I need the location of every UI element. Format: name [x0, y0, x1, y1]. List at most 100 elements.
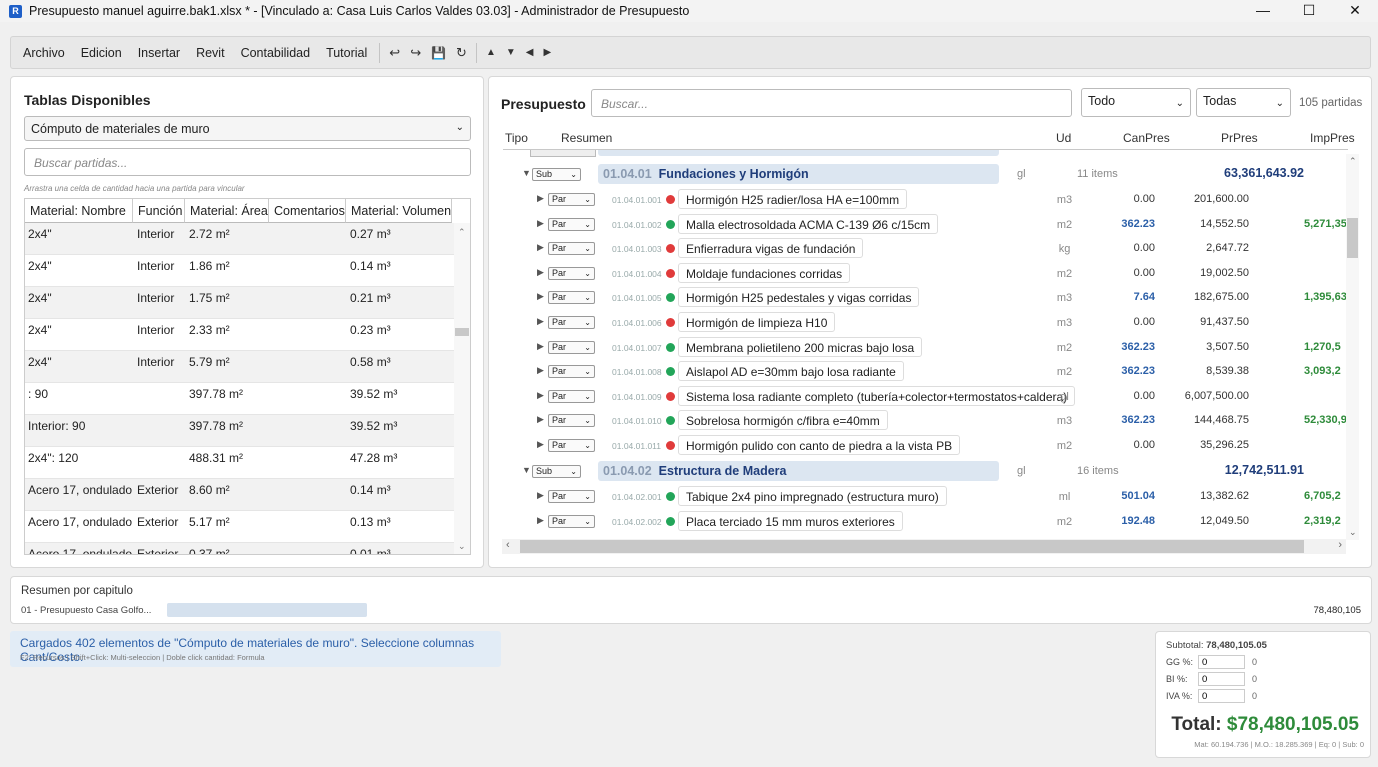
expand-right-icon[interactable]: ▶	[537, 267, 544, 278]
table-cell[interactable]: : 90	[28, 387, 48, 401]
expand-down-icon[interactable]: ▼	[522, 465, 531, 475]
type-combo[interactable]: Sub ⌄	[532, 464, 581, 478]
table-cell[interactable]: Interior	[137, 227, 174, 241]
menu-insertar[interactable]: Insertar	[130, 46, 188, 60]
partida-description[interactable]: Hormigón de limpieza H10	[678, 311, 836, 332]
maximize-button[interactable]: ☐	[1286, 0, 1332, 22]
scroll-up-icon[interactable]: ⌃	[458, 227, 466, 238]
table-row[interactable]: 2x4" Interior 1.75 m² 0.21 m³	[25, 287, 455, 319]
redo-icon[interactable]: ↪	[405, 45, 426, 61]
partida-row[interactable]: ▶ Par ⌄ 01.04.01.004 Moldaje fundaciones cor…	[502, 261, 1346, 286]
partida-description[interactable]: Membrana polietileno 200 micras bajo los…	[678, 336, 923, 357]
partida-description[interactable]: Hormigón H25 radier/losa HA e=100mm	[678, 188, 908, 209]
partida-description[interactable]: Moldaje fundaciones corridas	[678, 262, 851, 283]
partida-row[interactable]: ▶ Par ⌄ 01.04.01.007 Membrana polietileno 20…	[502, 335, 1346, 360]
prpres-cell[interactable]: 182,675.00	[1162, 291, 1249, 303]
subcapitulo-label[interactable]: 01.04.02 Estructura de Madera	[598, 460, 999, 481]
scroll-thumb[interactable]	[520, 540, 1304, 553]
move-right-icon[interactable]: ▶	[538, 47, 556, 58]
table-cell[interactable]: 2.33 m²	[189, 323, 230, 337]
canpres-cell[interactable]: 362.23	[1092, 341, 1155, 353]
partida-row[interactable]: ▶ Par ⌄ 01.04.01.005 Hormigón H25 pedestales…	[502, 285, 1346, 310]
partida-description[interactable]: Aislapol AD e=30mm bajo losa radiante	[678, 361, 904, 382]
canpres-cell[interactable]: 362.23	[1092, 365, 1155, 377]
prpres-cell[interactable]: 201,600.00	[1162, 193, 1249, 205]
expand-right-icon[interactable]: ▶	[537, 515, 544, 526]
prpres-cell[interactable]: 91,437.50	[1162, 316, 1249, 328]
bi-percent-input[interactable]	[1198, 672, 1245, 686]
refresh-icon[interactable]: ↻	[451, 45, 472, 61]
column-header[interactable]: Material: Volumen	[346, 199, 452, 223]
menu-tutorial[interactable]: Tutorial	[318, 46, 375, 60]
expand-right-icon[interactable]: ▶	[537, 490, 544, 501]
canpres-cell[interactable]: 362.23	[1092, 414, 1155, 426]
table-cell[interactable]: Exterior	[137, 515, 178, 529]
table-cell[interactable]: Interior	[137, 323, 174, 337]
scroll-thumb[interactable]	[1347, 218, 1358, 258]
expand-right-icon[interactable]: ▶	[537, 316, 544, 327]
canpres-cell[interactable]: 0.00	[1092, 390, 1155, 402]
expand-right-icon[interactable]: ▶	[537, 390, 544, 401]
expand-right-icon[interactable]: ▶	[537, 439, 544, 450]
subcapitulo-row[interactable]: ▼ Sub ⌄ 01.04.01 Fundaciones y Hormigón gl 11 …	[502, 162, 1346, 187]
table-cell[interactable]: 0.23 m³	[350, 323, 391, 337]
partidas-search-input[interactable]: Buscar partidas...	[24, 148, 471, 176]
prpres-cell[interactable]: 8,539.38	[1162, 365, 1249, 377]
column-header[interactable]: Función	[133, 199, 185, 223]
canpres-cell[interactable]: 501.04	[1092, 490, 1155, 502]
canpres-cell[interactable]: 0.00	[1092, 316, 1155, 328]
prpres-cell[interactable]: 13,382.62	[1162, 490, 1249, 502]
subcapitulo-row[interactable]: ▼ Sub ⌄ 01.04.02 Estructura de Madera gl 16 it…	[502, 459, 1346, 484]
type-combo[interactable]: Sub ⌄	[532, 168, 581, 181]
column-header-canpres[interactable]: CanPres	[1123, 131, 1170, 145]
expand-right-icon[interactable]: ▶	[537, 291, 544, 302]
table-row[interactable]: Acero 17, ondulado Exterior 5.17 m² 0.13 m³	[25, 511, 455, 543]
scroll-left-icon[interactable]: ‹	[506, 539, 510, 551]
table-cell[interactable]: Acero 17, ondulado	[28, 547, 132, 554]
table-cell[interactable]: Interior: 90	[28, 419, 85, 433]
partida-description[interactable]: Enfierradura vigas de fundación	[678, 238, 864, 259]
table-row[interactable]: Interior: 90 397.78 m² 39.52 m³	[25, 415, 455, 447]
menu-edicion[interactable]: Edicion	[73, 46, 130, 60]
table-cell[interactable]: 5.79 m²	[189, 355, 230, 369]
prpres-cell[interactable]: 2,647.72	[1162, 242, 1249, 254]
table-cell[interactable]: 2x4": 120	[28, 451, 78, 465]
expand-down-icon[interactable]: ▼	[522, 168, 531, 178]
prpres-cell[interactable]: 35,296.25	[1162, 439, 1249, 451]
table-cell[interactable]: Exterior	[137, 547, 178, 554]
table-row[interactable]: 2x4" Interior 5.79 m² 0.58 m³	[25, 351, 455, 383]
table-cell[interactable]: 5.17 m²	[189, 515, 230, 529]
expand-right-icon[interactable]: ▶	[537, 365, 544, 376]
type-combo[interactable]: Par ⌄	[548, 266, 595, 280]
column-header[interactable]: Material: Área	[185, 199, 269, 223]
scroll-down-icon[interactable]: ⌄	[458, 541, 466, 552]
expand-right-icon[interactable]: ▶	[537, 242, 544, 253]
table-row[interactable]: 2x4" Interior 2.33 m² 0.23 m³	[25, 319, 455, 351]
prpres-cell[interactable]: 3,507.50	[1162, 341, 1249, 353]
table-cell[interactable]: 397.78 m²	[189, 419, 243, 433]
partida-description[interactable]: Tabique 2x4 pino impregnado (estructura …	[678, 486, 947, 507]
type-combo[interactable]: Par ⌄	[548, 438, 595, 452]
menu-contabilidad[interactable]: Contabilidad	[233, 46, 319, 60]
type-combo[interactable]: Par ⌄	[548, 315, 595, 329]
partida-description[interactable]: Sistema losa radiante completo (tubería+…	[678, 385, 1076, 406]
column-header[interactable]: Comentarios	[269, 199, 346, 223]
table-cell[interactable]: 0.27 m³	[350, 227, 391, 241]
scroll-right-icon[interactable]: ›	[1338, 539, 1342, 551]
column-header-imppres[interactable]: ImpPres	[1310, 131, 1355, 145]
column-header-tipo[interactable]: Tipo	[505, 131, 528, 145]
close-button[interactable]: ✕	[1332, 0, 1378, 22]
partida-description[interactable]: Malla electrosoldada ACMA C-139 Ø6 c/15c…	[678, 213, 939, 234]
vertical-scrollbar[interactable]: ⌃ ⌄	[1346, 154, 1359, 540]
move-left-icon[interactable]: ◀	[521, 47, 539, 58]
partida-description[interactable]: Hormigón H25 pedestales y vigas corridas	[678, 287, 920, 308]
table-row[interactable]: 2x4": 120 488.31 m² 47.28 m³	[25, 447, 455, 479]
move-down-icon[interactable]: ▼	[501, 47, 521, 58]
partida-row[interactable]: ▶ Par ⌄ 01.04.01.003 Enfierradura vigas de f…	[502, 236, 1346, 261]
table-cell[interactable]: 2x4"	[28, 259, 52, 273]
prpres-cell[interactable]: 144,468.75	[1162, 414, 1249, 426]
type-combo[interactable]: Par ⌄	[548, 389, 595, 403]
partida-row[interactable]: ▶ Par ⌄ 01.04.01.009 Sistema losa radiante c…	[502, 384, 1346, 409]
prpres-cell[interactable]: 12,049.50	[1162, 515, 1249, 527]
partida-row[interactable]: ▶ Par ⌄ 01.04.01.011 Hormigón pulido con can…	[502, 433, 1346, 458]
